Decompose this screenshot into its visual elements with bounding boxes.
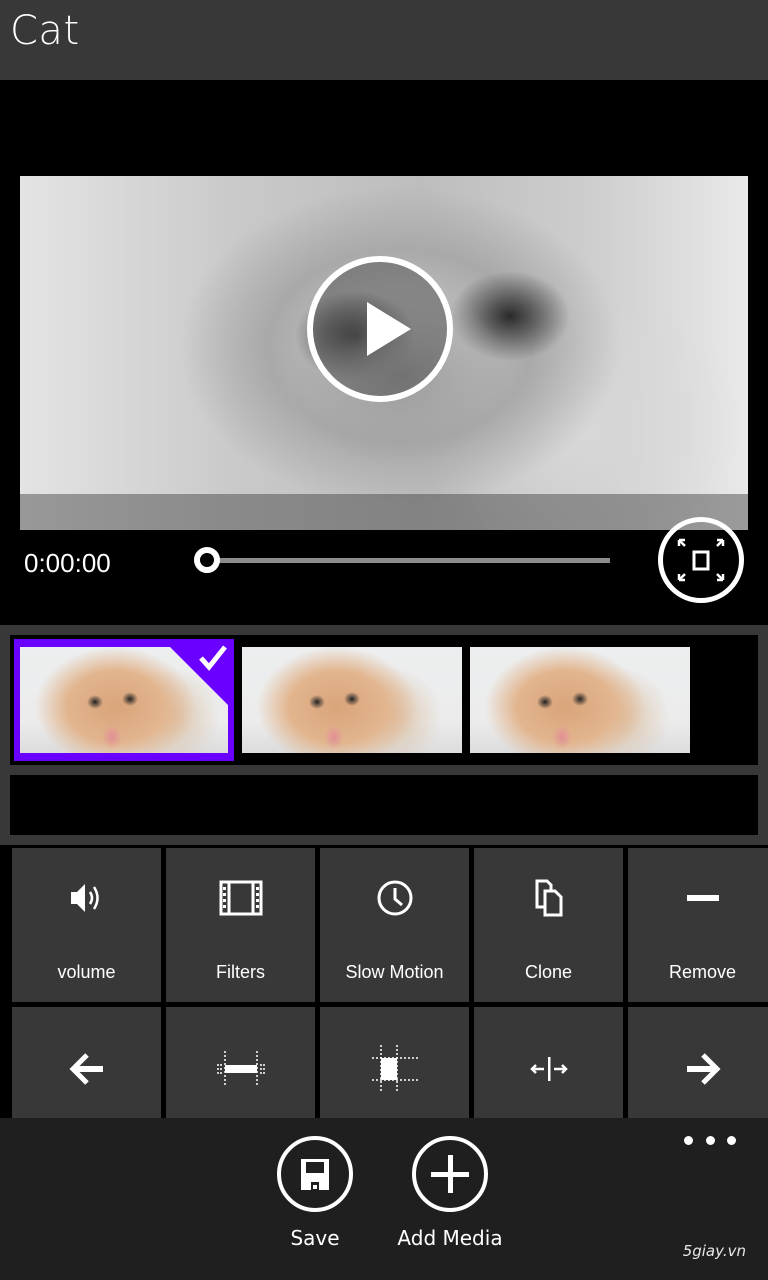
cat-clip-image (242, 647, 462, 753)
speaker-icon (70, 884, 99, 912)
tools-grid: volume Filters Slow Motion Clone Remove (0, 845, 768, 1118)
clip-thumbnail[interactable] (470, 639, 690, 761)
page-title: Cat (10, 8, 80, 54)
split-button[interactable] (474, 1007, 623, 1118)
video-player: 0:00:00 (0, 80, 768, 625)
watermark: 5giay.vn (682, 1242, 746, 1260)
fullscreen-button[interactable] (658, 517, 744, 603)
add-media-circle (412, 1136, 488, 1212)
ellipsis-icon (727, 1135, 736, 1145)
time-readout: 0:00:00 (24, 548, 111, 578)
seek-thumb[interactable] (194, 547, 220, 573)
add-media-label: Add Media (397, 1226, 503, 1250)
save-circle (277, 1136, 353, 1212)
floppy-disk-icon (301, 1159, 329, 1190)
minus-icon (686, 895, 719, 901)
clip-strip[interactable] (10, 635, 758, 765)
plus-icon (431, 1155, 469, 1193)
slow-motion-label: Slow Motion (345, 962, 444, 982)
ellipsis-icon (705, 1135, 715, 1145)
crop-button[interactable] (320, 1007, 469, 1118)
filters-label: Filters (216, 962, 265, 982)
add-media-button[interactable]: Add Media (380, 1136, 520, 1256)
timeline-panel (0, 625, 768, 845)
remove-label: Remove (668, 962, 737, 982)
play-icon (367, 302, 411, 356)
cat-clip-image (470, 647, 690, 753)
filters-button[interactable]: Filters (166, 848, 315, 1002)
arrow-right-icon (686, 1053, 721, 1085)
play-button[interactable] (307, 256, 453, 402)
volume-button[interactable]: volume (12, 848, 161, 1002)
clip-thumbnail[interactable] (242, 639, 462, 761)
seek-bar[interactable] (207, 558, 610, 563)
app-header: Cat (0, 0, 768, 80)
audio-track[interactable] (10, 775, 758, 835)
clock-icon (377, 880, 412, 916)
arrow-left-icon (68, 1053, 103, 1085)
slow-motion-button[interactable]: Slow Motion (320, 848, 469, 1002)
trim-button[interactable] (166, 1007, 315, 1118)
split-icon (529, 1057, 568, 1081)
clone-button[interactable]: Clone (474, 848, 623, 1002)
move-left-button[interactable] (12, 1007, 161, 1118)
clip-thumbnail-selected[interactable] (14, 639, 234, 761)
video-bottom-shade (20, 494, 748, 530)
more-options-button[interactable] (684, 1128, 736, 1152)
copy-icon (535, 879, 562, 917)
save-label: Save (290, 1226, 340, 1250)
ellipsis-icon (684, 1135, 693, 1145)
save-button[interactable]: Save (245, 1136, 385, 1256)
remove-button[interactable]: Remove (628, 848, 768, 1002)
video-preview[interactable] (20, 176, 748, 530)
trim-horizontal-icon (216, 1051, 265, 1087)
checkmark-icon (199, 645, 227, 671)
clone-label: Clone (524, 962, 573, 982)
volume-label: volume (57, 962, 116, 982)
film-strip-icon (219, 880, 262, 916)
fullscreen-expand-icon (677, 538, 725, 582)
crop-icon (371, 1045, 418, 1093)
move-right-button[interactable] (628, 1007, 768, 1118)
app-bar: Save Add Media 5giay.vn (0, 1118, 768, 1280)
